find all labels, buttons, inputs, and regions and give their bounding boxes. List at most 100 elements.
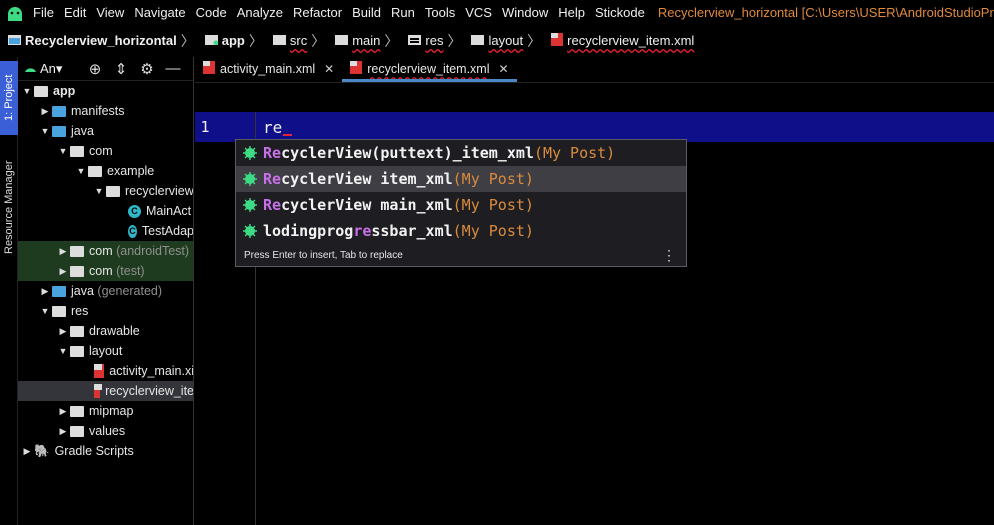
tree-item-com[interactable]: ▼ com	[18, 141, 193, 161]
tree-item-main-activity[interactable]: C MainAct	[18, 201, 193, 221]
breadcrumb-layout[interactable]: layout	[463, 33, 525, 48]
completion-match: Re	[263, 196, 282, 214]
tree-item-recyclerview-item[interactable]: recyclerview_ite	[18, 381, 194, 401]
resource-manager-tool-tab[interactable]: Resource Manager	[0, 147, 18, 267]
android-icon	[24, 61, 37, 76]
completion-source: (My Post)	[452, 222, 534, 240]
project-view-selector[interactable]: An▾	[24, 61, 82, 77]
tree-item-label: com	[89, 264, 113, 278]
class-icon: C	[128, 204, 141, 218]
package-icon	[70, 245, 84, 257]
tab-recyclerview-item[interactable]: recyclerview_item.xml ✕	[342, 56, 517, 82]
breadcrumb-file-label: recyclerview_item.xml	[567, 33, 695, 48]
tool-window-strip: 1: Project Resource Manager	[0, 57, 18, 525]
tree-item-label: res	[71, 304, 89, 318]
breadcrumb-src[interactable]: src	[265, 33, 309, 48]
tree-item-app[interactable]: ▼ app	[18, 81, 193, 101]
project-tool-tab-label: 1: Project	[3, 74, 15, 122]
breadcrumb-main[interactable]: main	[327, 33, 382, 48]
tree-item-label: recyclerview_ite	[105, 384, 194, 398]
completion-item[interactable]: Re cyclerView main_xml (My Post)	[236, 192, 686, 218]
close-icon[interactable]: ✕	[498, 62, 508, 76]
completion-match: re	[353, 222, 372, 240]
tree-item-example[interactable]: ▼ example	[18, 161, 193, 181]
tab-label: recyclerview_item.xml	[367, 62, 490, 76]
package-icon	[70, 145, 84, 157]
expanded-arrow-icon: ▼	[58, 146, 68, 156]
menu-bar: File Edit View Navigate Code Analyze Ref…	[0, 0, 994, 25]
locate-icon[interactable]: ⊕	[82, 60, 108, 78]
more-options-icon[interactable]: ⋮	[662, 247, 676, 264]
breadcrumb-project[interactable]: Recyclerview_horizontal	[0, 33, 179, 48]
breadcrumb-app-label: app	[221, 33, 245, 48]
module-folder-icon	[34, 85, 48, 97]
completion-source: (My Post)	[452, 170, 534, 188]
tree-item-java[interactable]: ▼ java	[18, 121, 193, 141]
completion-source: (My Post)	[452, 196, 534, 214]
chevron-right-icon: 〉	[527, 32, 542, 49]
tree-item-manifests[interactable]: ▶ manifests	[18, 101, 193, 121]
minimize-icon[interactable]: —	[160, 60, 186, 77]
close-icon[interactable]: ✕	[324, 62, 334, 76]
menu-build[interactable]: Build	[347, 5, 386, 20]
android-studio-logo-icon	[6, 3, 24, 23]
completion-name-prefix: lodingprog	[263, 222, 354, 240]
resource-folder-icon	[52, 305, 66, 317]
menu-vcs[interactable]: VCS	[460, 5, 497, 20]
breadcrumb-file[interactable]: recyclerview_item.xml	[543, 32, 696, 49]
menu-run[interactable]: Run	[386, 5, 420, 20]
chevron-right-icon: 〉	[248, 32, 263, 49]
tree-item-com-test[interactable]: ▶ com (test)	[18, 261, 193, 281]
tree-item-test-adapter[interactable]: C TestAdap	[18, 221, 193, 241]
completion-item[interactable]: lodingprog re ssbar_xml (My Post)	[236, 218, 686, 244]
tree-item-label: Gradle Scripts	[54, 444, 134, 458]
completion-item[interactable]: Re cyclerView(puttext)_item_xml (My Post)	[236, 140, 686, 166]
completion-hint-text: Press Enter to insert, Tab to replace	[244, 249, 403, 261]
gear-icon[interactable]: ⚙	[134, 60, 160, 78]
tree-item-recyclerview[interactable]: ▼ recyclerview	[18, 181, 193, 201]
menu-stickode[interactable]: Stickode	[590, 5, 650, 20]
code-line[interactable]: re	[263, 112, 293, 142]
tree-item-values[interactable]: ▶ values	[18, 421, 193, 441]
breadcrumb-app[interactable]: app	[197, 33, 247, 48]
tree-item-java-generated[interactable]: ▶ java (generated)	[18, 281, 193, 301]
collapsed-arrow-icon: ▶	[59, 425, 67, 436]
completion-item-selected[interactable]: Re cyclerView item_xml (My Post)	[236, 166, 686, 192]
menu-refactor[interactable]: Refactor	[288, 5, 347, 20]
tree-item-label: manifests	[71, 104, 125, 118]
tree-item-layout[interactable]: ▼ layout	[18, 341, 193, 361]
tree-item-tag: (generated)	[97, 284, 163, 298]
folder-icon	[335, 33, 349, 48]
tab-activity-main[interactable]: activity_main.xml ✕	[195, 56, 342, 82]
menu-analyze[interactable]: Analyze	[232, 5, 288, 20]
xml-file-icon	[551, 32, 564, 49]
project-tool-tab[interactable]: 1: Project	[0, 61, 18, 135]
tree-item-label: values	[89, 424, 126, 438]
project-folder-icon	[8, 33, 21, 48]
tree-item-activity-main[interactable]: activity_main.xi	[18, 361, 194, 381]
breadcrumb-res[interactable]: res	[400, 33, 445, 48]
tree-item-com-android-test[interactable]: ▶ com (androidTest)	[18, 241, 193, 261]
tree-item-gradle-scripts[interactable]: ▶ 🐘 Gradle Scripts	[18, 441, 193, 461]
menu-window[interactable]: Window	[497, 5, 553, 20]
menu-help[interactable]: Help	[553, 5, 590, 20]
project-tree: ▼ app ▶ manifests ▼ java ▼ com ▼ example…	[18, 81, 194, 461]
tree-item-label: activity_main.xi	[109, 364, 194, 378]
tree-item-res[interactable]: ▼ res	[18, 301, 193, 321]
menu-navigate[interactable]: Navigate	[129, 5, 190, 20]
tree-item-label: java	[71, 124, 94, 138]
tree-item-label: java	[71, 284, 94, 298]
menu-tools[interactable]: Tools	[420, 5, 460, 20]
package-icon	[88, 165, 102, 177]
tree-item-drawable[interactable]: ▶ drawable	[18, 321, 193, 341]
menu-file[interactable]: File	[28, 5, 59, 20]
collapse-all-icon[interactable]: ⇕	[108, 60, 134, 78]
tree-item-tag: (androidTest)	[116, 244, 190, 258]
resource-folder-icon	[408, 33, 422, 48]
xml-file-icon	[94, 364, 105, 378]
tree-item-mipmap[interactable]: ▶ mipmap	[18, 401, 193, 421]
menu-view[interactable]: View	[91, 5, 129, 20]
menu-code[interactable]: Code	[191, 5, 232, 20]
completion-match: Re	[263, 170, 282, 188]
menu-edit[interactable]: Edit	[59, 5, 91, 20]
